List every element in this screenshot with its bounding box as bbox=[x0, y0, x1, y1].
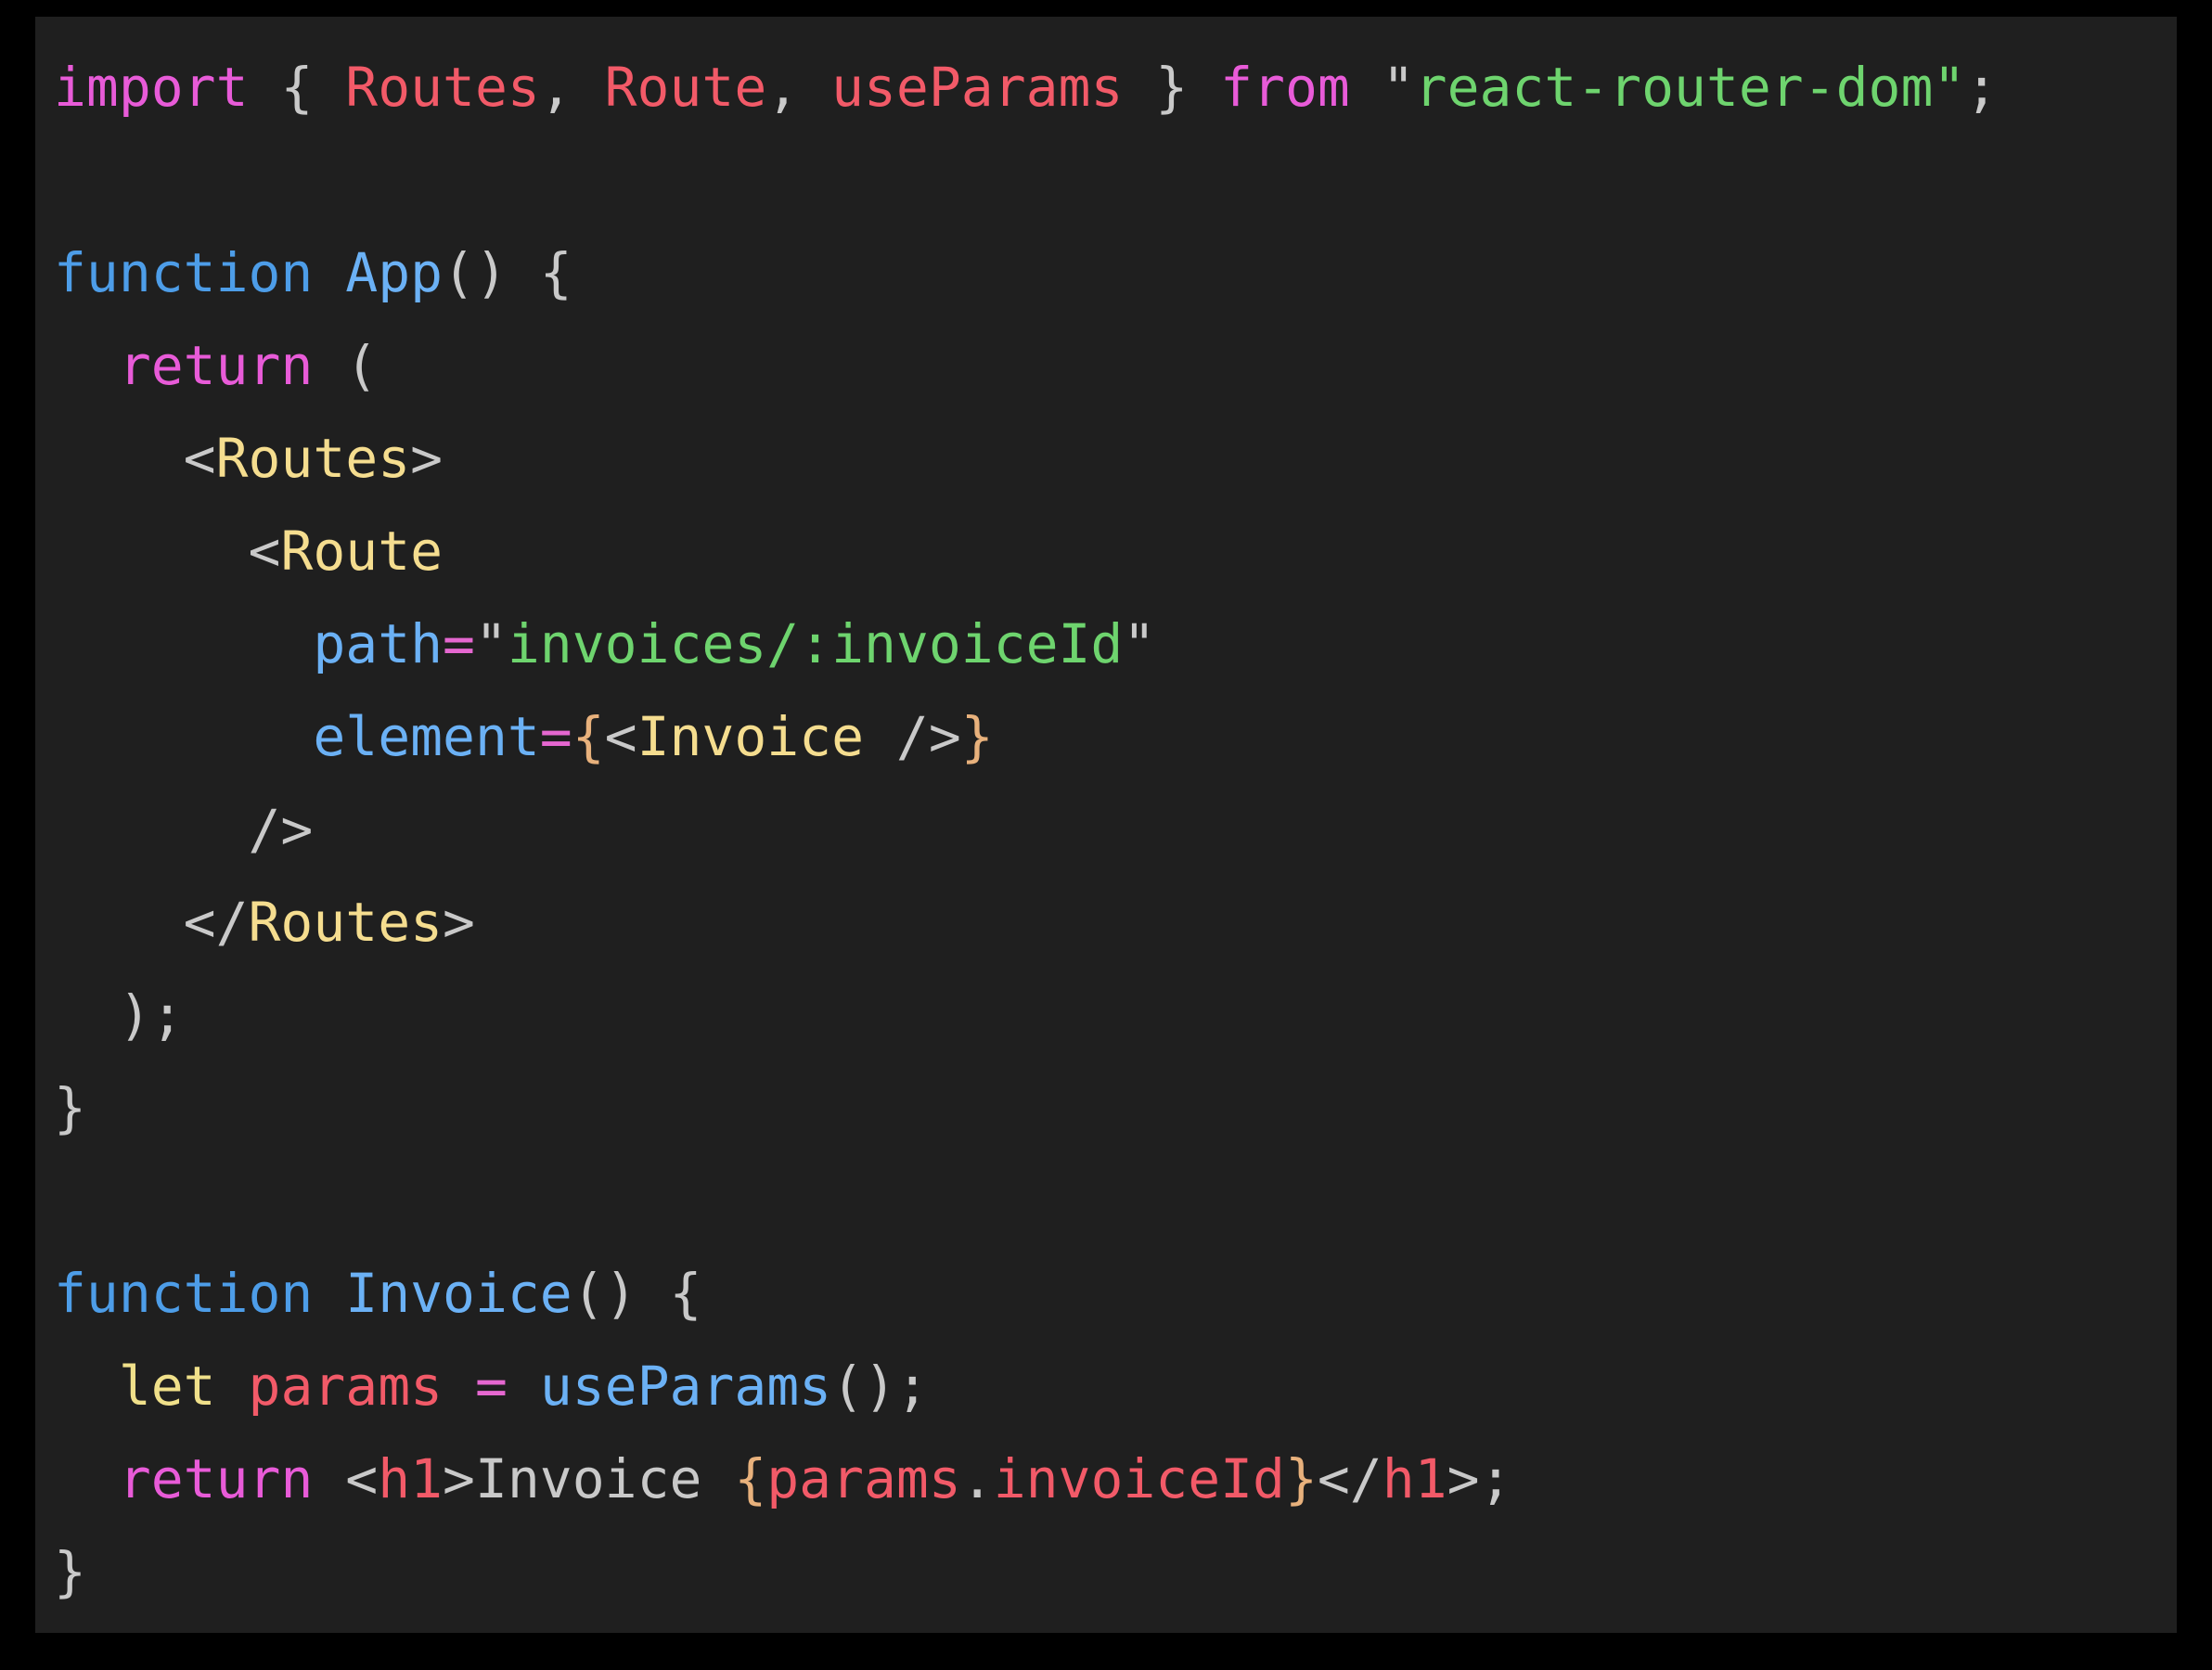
code-line: <Route bbox=[35, 505, 1998, 597]
code-token-equals: = bbox=[443, 612, 475, 675]
code-token-jsx-brace: { bbox=[734, 1447, 767, 1510]
code-token-punctuation: < bbox=[54, 520, 281, 583]
code-token-function-name: App bbox=[345, 241, 444, 304]
code-line: <Routes> bbox=[35, 412, 1998, 505]
code-token-punctuation: < bbox=[313, 1447, 379, 1510]
code-token-punctuation: , bbox=[539, 56, 605, 119]
code-token-punctuation: ; bbox=[1965, 56, 1999, 119]
code-line: element={<Invoice />} bbox=[35, 690, 1998, 783]
code-token-punctuation: </ bbox=[54, 891, 249, 954]
code-token-punctuation: /> bbox=[864, 705, 961, 768]
code-line: } bbox=[35, 1525, 1998, 1618]
code-token-jsx-brace: { bbox=[572, 705, 605, 768]
code-token-punctuation: " bbox=[1123, 612, 1156, 675]
code-token-equals: = bbox=[539, 705, 572, 768]
code-token-keyword: from bbox=[1220, 56, 1350, 119]
code-line: import { Routes, Route, useParams } from… bbox=[35, 41, 1998, 134]
code-token-jsx-brace: } bbox=[1284, 1447, 1318, 1510]
code-line: function Invoice() { bbox=[35, 1247, 1998, 1340]
code-token-function-name: useParams bbox=[539, 1355, 832, 1418]
code-token-string: react-router-dom bbox=[1414, 56, 1934, 119]
code-token-punctuation: " bbox=[474, 612, 508, 675]
code-line: return <h1>Invoice {params.invoiceId}</h… bbox=[35, 1432, 1998, 1525]
code-token-jsx-tag: Invoice bbox=[637, 705, 864, 768]
code-token-jsx-attribute: path bbox=[313, 612, 444, 675]
code-token-function-keyword: function bbox=[54, 1262, 314, 1325]
code-token-keyword: import bbox=[54, 56, 249, 119]
code-token-jsx-text: Invoice bbox=[474, 1447, 735, 1510]
code-line: path="invoices/:invoiceId" bbox=[35, 597, 1998, 690]
code-token-punctuation: > bbox=[410, 427, 444, 490]
code-token-jsx-tag: Routes bbox=[215, 427, 411, 490]
code-token-punctuation: () { bbox=[572, 1262, 702, 1325]
code-token-punctuation: < bbox=[604, 705, 637, 768]
code-line: return ( bbox=[35, 319, 1998, 412]
code-token-jsx-brace: } bbox=[960, 705, 994, 768]
code-token-punctuation: > bbox=[443, 891, 475, 954]
code-token-punctuation: " bbox=[1382, 56, 1415, 119]
code-token-punctuation: () { bbox=[443, 241, 572, 304]
code-token-html-tag: h1 bbox=[1382, 1447, 1447, 1510]
code-token-punctuation: } bbox=[54, 1540, 86, 1603]
code-token-identifier: Route bbox=[604, 56, 767, 119]
code-token-jsx-tag: Route bbox=[280, 520, 444, 583]
code-token-equals: = bbox=[474, 1355, 508, 1418]
code-token-let-keyword: let bbox=[118, 1355, 216, 1418]
code-token-punctuation: } bbox=[54, 1076, 86, 1139]
code-line: let params = useParams(); bbox=[35, 1340, 1998, 1432]
code-token-identifier: useParams bbox=[831, 56, 1124, 119]
code-token-punctuation: , bbox=[766, 56, 832, 119]
code-token-function-keyword: function bbox=[54, 241, 314, 304]
code-token-jsx-tag: Routes bbox=[248, 891, 444, 954]
code-token-identifier: invoiceId bbox=[993, 1447, 1285, 1510]
code-token-html-tag: h1 bbox=[378, 1447, 444, 1510]
code-token-punctuation: ( bbox=[313, 334, 379, 397]
code-token-keyword: return bbox=[118, 1447, 314, 1510]
code-token-punctuation: { bbox=[280, 56, 314, 119]
code-block: import { Routes, Route, useParams } from… bbox=[35, 17, 1998, 1618]
code-line: /> bbox=[35, 783, 1998, 876]
code-snippet-panel: import { Routes, Route, useParams } from… bbox=[35, 17, 2177, 1633]
code-line: } bbox=[35, 1061, 1998, 1154]
code-token-keyword: return bbox=[118, 334, 314, 397]
code-token-punctuation: /> bbox=[54, 798, 314, 861]
code-token-punctuation: >; bbox=[1447, 1447, 1512, 1510]
code-line: </Routes> bbox=[35, 876, 1998, 969]
code-token-punctuation: > bbox=[443, 1447, 475, 1510]
code-token-punctuation: </ bbox=[1317, 1447, 1382, 1510]
code-token-punctuation: } bbox=[1155, 56, 1189, 119]
code-line: ); bbox=[35, 969, 1998, 1061]
code-token-punctuation: (); bbox=[831, 1355, 929, 1418]
code-token-string: invoices/:invoiceId bbox=[507, 612, 1124, 675]
code-token-punctuation: ); bbox=[54, 983, 184, 1047]
code-token-identifier: Routes bbox=[345, 56, 540, 119]
code-token-identifier: params bbox=[248, 1355, 444, 1418]
code-token-punctuation: . bbox=[960, 1447, 994, 1510]
code-token-string: " bbox=[1933, 56, 1966, 119]
code-token-identifier: params bbox=[766, 1447, 961, 1510]
code-token-jsx-attribute: element bbox=[313, 705, 540, 768]
code-token-punctuation: < bbox=[54, 427, 216, 490]
code-token-function-name: Invoice bbox=[345, 1262, 572, 1325]
code-line: function App() { bbox=[35, 226, 1998, 319]
